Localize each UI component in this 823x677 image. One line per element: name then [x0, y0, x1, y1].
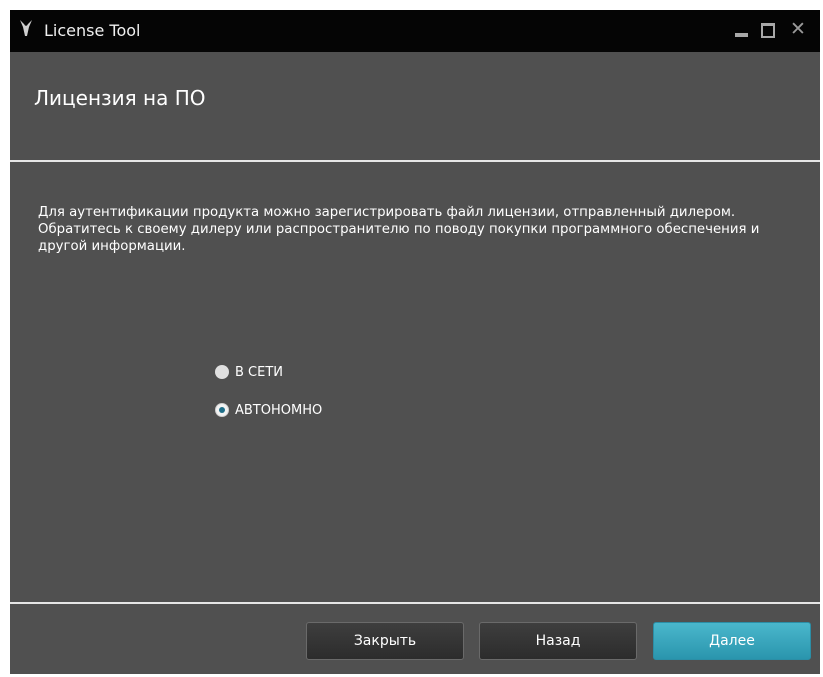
radio-offline-label: АВТОНОМНО [235, 402, 323, 418]
minimize-icon [735, 33, 748, 37]
radio-unchecked-icon[interactable] [215, 365, 229, 379]
window-title: License Tool [44, 21, 141, 40]
back-button[interactable]: Назад [479, 622, 637, 660]
maximize-icon [761, 23, 775, 38]
description-line-2: Обратитесь к своему дилеру или распростр… [38, 222, 760, 254]
radio-online[interactable]: В СЕТИ [215, 362, 283, 382]
maximize-button[interactable] [756, 16, 780, 42]
page-title: Лицензия на ПО [34, 86, 206, 110]
radio-online-label: В СЕТИ [235, 364, 284, 380]
radio-offline[interactable]: АВТОНОМНО [215, 400, 322, 420]
header-divider [10, 160, 820, 162]
license-tool-window: License Tool ✕ Лицензия на ПО Для аутент… [10, 10, 820, 674]
footer-divider [10, 602, 820, 604]
app-logo-icon [18, 18, 34, 38]
close-window-button[interactable]: ✕ [786, 16, 810, 42]
radio-checked-icon[interactable] [215, 403, 229, 417]
license-description: Для аутентификации продукта можно зареги… [38, 204, 778, 255]
description-line-1: Для аутентификации продукта можно зареги… [38, 205, 736, 220]
radio-dot-icon [219, 407, 225, 413]
minimize-button[interactable] [730, 16, 754, 42]
title-bar[interactable]: License Tool ✕ [10, 10, 820, 52]
close-button[interactable]: Закрыть [306, 622, 464, 660]
next-button[interactable]: Далее [653, 622, 811, 660]
close-icon: ✕ [790, 18, 806, 40]
